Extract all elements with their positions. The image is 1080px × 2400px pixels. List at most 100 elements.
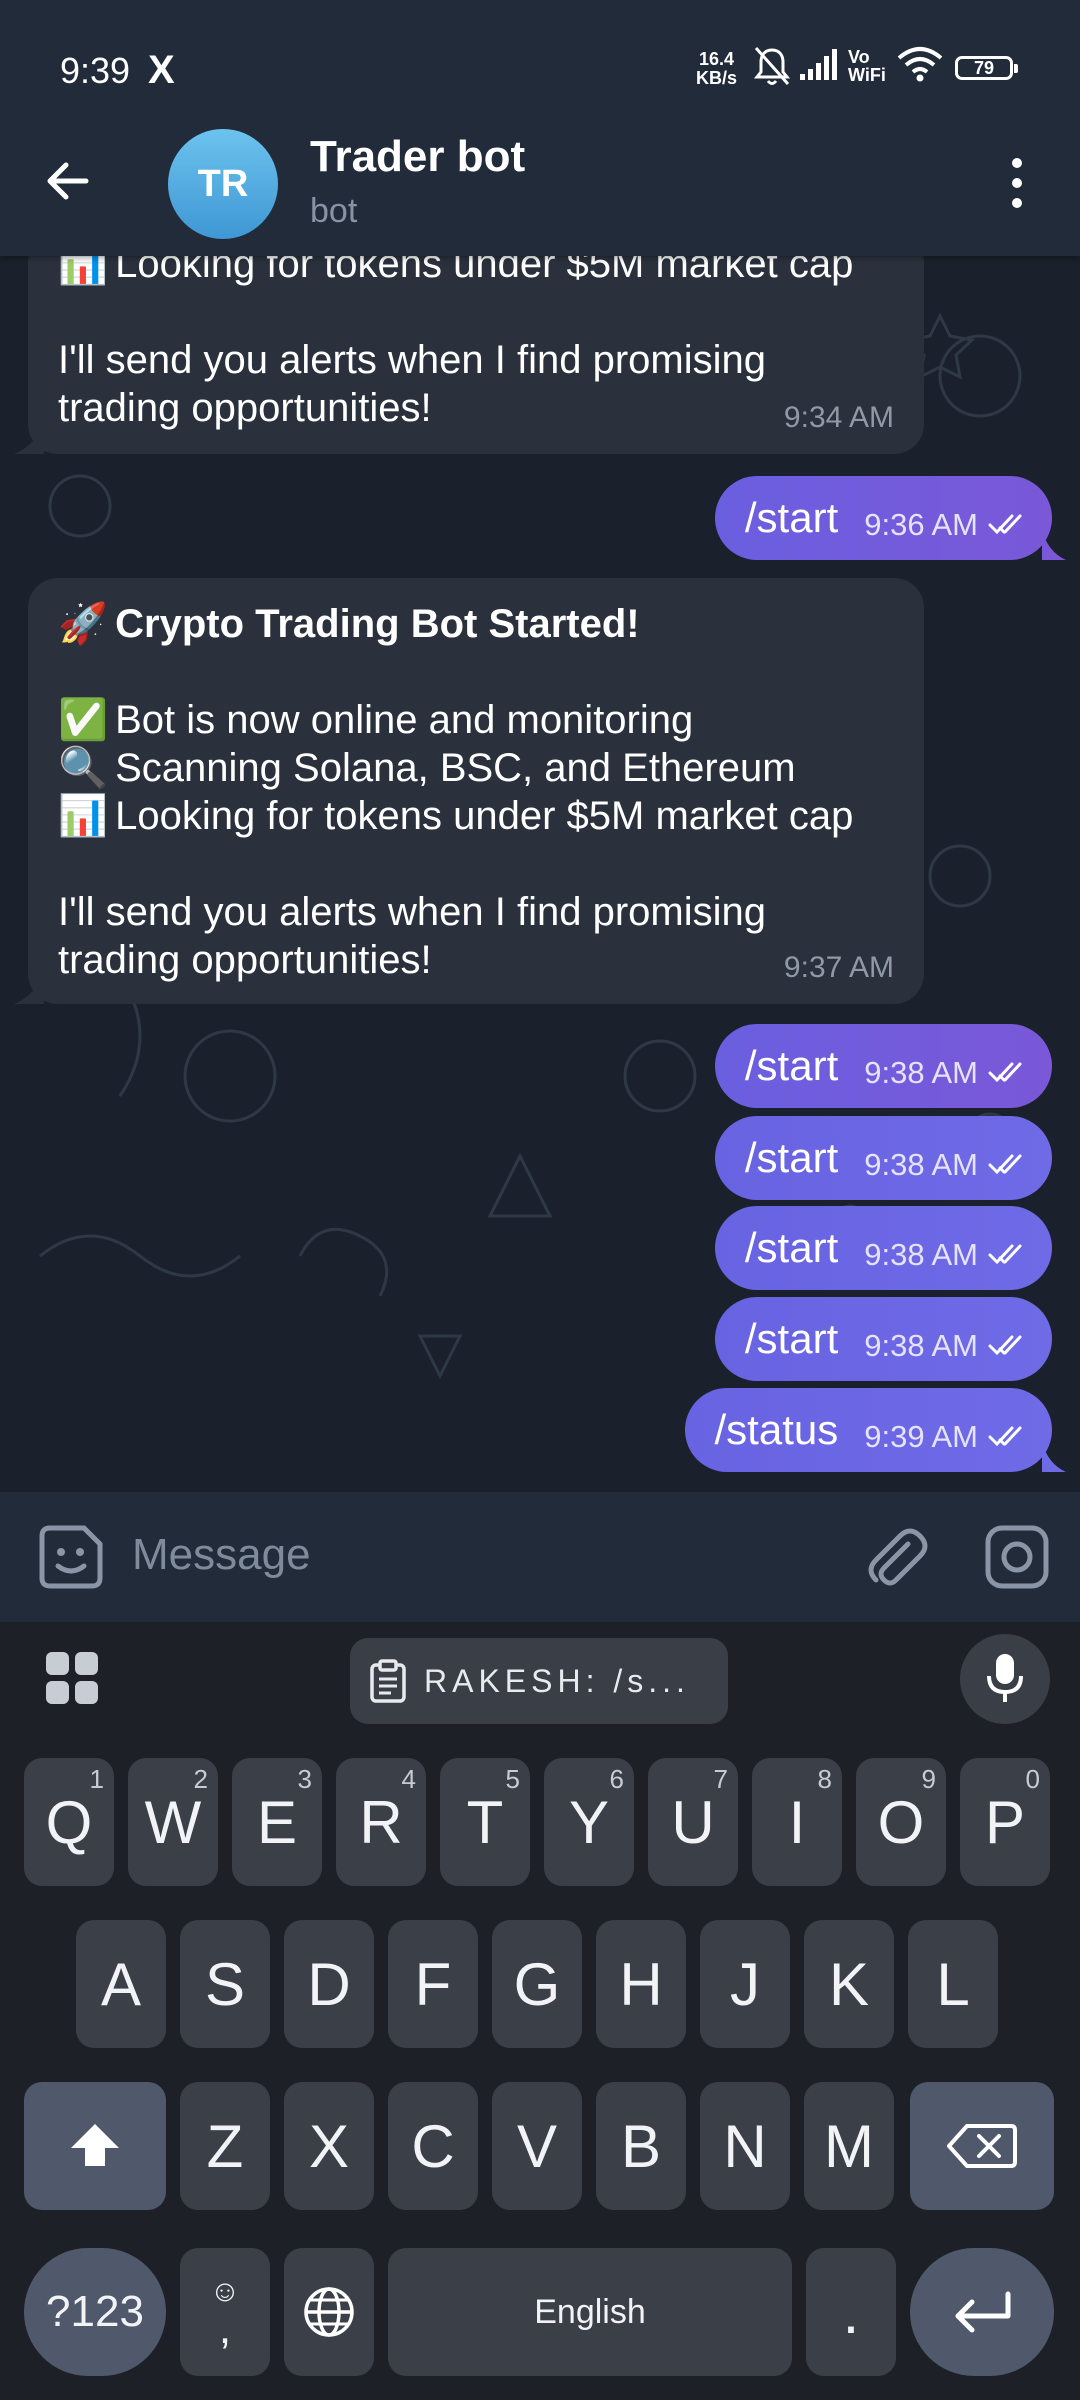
bubble-tail xyxy=(1042,1442,1066,1472)
message-time: 9:34 AM xyxy=(783,401,894,434)
clipboard-text: RAKESH: /s... xyxy=(424,1662,690,1699)
double-check-icon xyxy=(988,1154,1022,1175)
message-text: /status xyxy=(714,1406,839,1453)
message-time: 9:38 AM xyxy=(864,1055,978,1090)
shift-key[interactable] xyxy=(24,2082,166,2210)
key-d[interactable]: D xyxy=(284,1920,374,2048)
key-q[interactable]: Q1 xyxy=(24,1758,114,1886)
message-time: 9:38 AM xyxy=(864,1328,978,1363)
bubble-tail xyxy=(14,424,44,454)
double-check-icon xyxy=(988,1062,1022,1083)
key-r[interactable]: R4 xyxy=(336,1758,426,1886)
message-composer: Message xyxy=(0,1492,1080,1622)
key-v[interactable]: V xyxy=(492,2082,582,2210)
key-l[interactable]: L xyxy=(908,1920,998,2048)
message-line: 📊 Looking for tokens under $5M market ca… xyxy=(58,793,854,839)
period-key[interactable]: . xyxy=(806,2248,896,2376)
double-check-icon xyxy=(988,514,1022,535)
more-options-icon[interactable] xyxy=(1002,158,1032,208)
outgoing-message[interactable]: /start 9:38 AM xyxy=(714,1206,1052,1290)
key-c[interactable]: C xyxy=(388,2082,478,2210)
bubble-tail xyxy=(1042,530,1066,560)
key-t[interactable]: T5 xyxy=(440,1758,530,1886)
message-time: 9:38 AM xyxy=(864,1147,978,1182)
key-z[interactable]: Z xyxy=(180,2082,270,2210)
outgoing-message[interactable]: /start 9:36 AM xyxy=(714,476,1066,560)
bubble-tail xyxy=(14,974,44,1004)
message-time: 9:37 AM xyxy=(783,951,894,984)
key-u[interactable]: U7 xyxy=(648,1758,738,1886)
network-speed: 16.4 KB/s xyxy=(696,50,737,88)
key-w[interactable]: W2 xyxy=(128,1758,218,1886)
incoming-message[interactable]: 🚀 Crypto Trading Bot Started! ✅ Bot is n… xyxy=(14,578,924,1004)
signal-icon xyxy=(800,49,837,80)
vo-label: Vo xyxy=(848,47,870,67)
backspace-key[interactable] xyxy=(910,2082,1054,2210)
emoji-sticker-icon[interactable] xyxy=(36,1522,106,1592)
status-time: 9:39 xyxy=(60,50,131,91)
chat-area[interactable]: 📊 Looking for tokens under $5M market ca… xyxy=(0,256,1080,1492)
double-check-icon xyxy=(988,1335,1022,1356)
enter-key[interactable] xyxy=(910,2248,1054,2376)
key-g[interactable]: G xyxy=(492,1920,582,2048)
message-text: /start xyxy=(744,1134,839,1181)
symbols-key[interactable]: ?123 xyxy=(24,2248,166,2376)
mute-bell-icon xyxy=(753,47,791,85)
wifi-icon xyxy=(897,47,943,82)
battery-indicator: 79 xyxy=(955,56,1018,80)
message-line: ✅ Bot is now online and monitoring xyxy=(58,697,694,743)
key-i[interactable]: I8 xyxy=(752,1758,842,1886)
key-o[interactable]: O9 xyxy=(856,1758,946,1886)
message-line: I'll send you alerts when I find promisi… xyxy=(58,890,766,934)
incoming-message[interactable]: 📊 Looking for tokens under $5M market ca… xyxy=(14,256,924,454)
key-n[interactable]: N xyxy=(700,2082,790,2210)
outgoing-message[interactable]: /start 9:38 AM xyxy=(714,1297,1052,1381)
message-input[interactable]: Message xyxy=(132,1530,311,1580)
message-line: trading opportunities! xyxy=(58,938,432,982)
clipboard-icon xyxy=(370,1659,406,1703)
key-a[interactable]: A xyxy=(76,1920,166,2048)
message-text: /start xyxy=(744,1315,839,1362)
camera-icon[interactable] xyxy=(982,1522,1052,1592)
attach-paperclip-icon[interactable] xyxy=(860,1522,930,1592)
microphone-icon[interactable] xyxy=(960,1634,1050,1724)
message-line: trading opportunities! xyxy=(58,386,432,430)
key-s[interactable]: S xyxy=(180,1920,270,2048)
message-line: 📊 Looking for tokens under $5M market ca… xyxy=(58,256,854,287)
message-text: /start xyxy=(744,1224,839,1271)
key-b[interactable]: B xyxy=(596,2082,686,2210)
vowifi-label: Vo WiFi xyxy=(848,48,886,84)
key-e[interactable]: E3 xyxy=(232,1758,322,1886)
avatar[interactable]: TR xyxy=(168,129,278,239)
double-check-icon xyxy=(988,1426,1022,1447)
chat-subtitle: bot xyxy=(310,192,358,230)
key-y[interactable]: Y6 xyxy=(544,1758,634,1886)
key-j[interactable]: J xyxy=(700,1920,790,2048)
key-f[interactable]: F xyxy=(388,1920,478,2048)
keyboard-apps-grid-icon[interactable] xyxy=(46,1652,98,1704)
back-arrow-icon[interactable] xyxy=(40,150,100,210)
key-k[interactable]: K xyxy=(804,1920,894,2048)
message-line: I'll send you alerts when I find promisi… xyxy=(58,338,766,382)
chat-title[interactable]: Trader bot xyxy=(310,132,525,182)
message-text: /start xyxy=(744,1042,839,1089)
key-x[interactable]: X xyxy=(284,2082,374,2210)
clipboard-suggestion[interactable]: RAKESH: /s... xyxy=(350,1638,728,1724)
message-line: 🚀 Crypto Trading Bot Started! xyxy=(58,601,640,647)
outgoing-message[interactable]: /status 9:39 AM xyxy=(684,1388,1066,1472)
message-line: 🔍 Scanning Solana, BSC, and Ethereum xyxy=(58,745,796,791)
space-bar[interactable]: English xyxy=(388,2248,792,2376)
key-p[interactable]: P0 xyxy=(960,1758,1050,1886)
soft-keyboard: RAKESH: /s... Q1 W2 E3 R4 T5 Y6 U7 I8 O9… xyxy=(0,1622,1080,2400)
key-h[interactable]: H xyxy=(596,1920,686,2048)
outgoing-message[interactable]: /start 9:38 AM xyxy=(714,1116,1052,1200)
emoji-comma-key[interactable]: ☺ , xyxy=(180,2248,270,2376)
outgoing-message[interactable]: /start 9:38 AM xyxy=(714,1024,1052,1108)
language-globe-key[interactable] xyxy=(284,2248,374,2376)
key-m[interactable]: M xyxy=(804,2082,894,2210)
globe-icon xyxy=(304,2287,354,2337)
enter-arrow-icon xyxy=(955,2291,1011,2333)
network-speed-unit: KB/s xyxy=(696,68,738,88)
double-check-icon xyxy=(988,1244,1022,1265)
backspace-icon xyxy=(947,2124,1017,2168)
